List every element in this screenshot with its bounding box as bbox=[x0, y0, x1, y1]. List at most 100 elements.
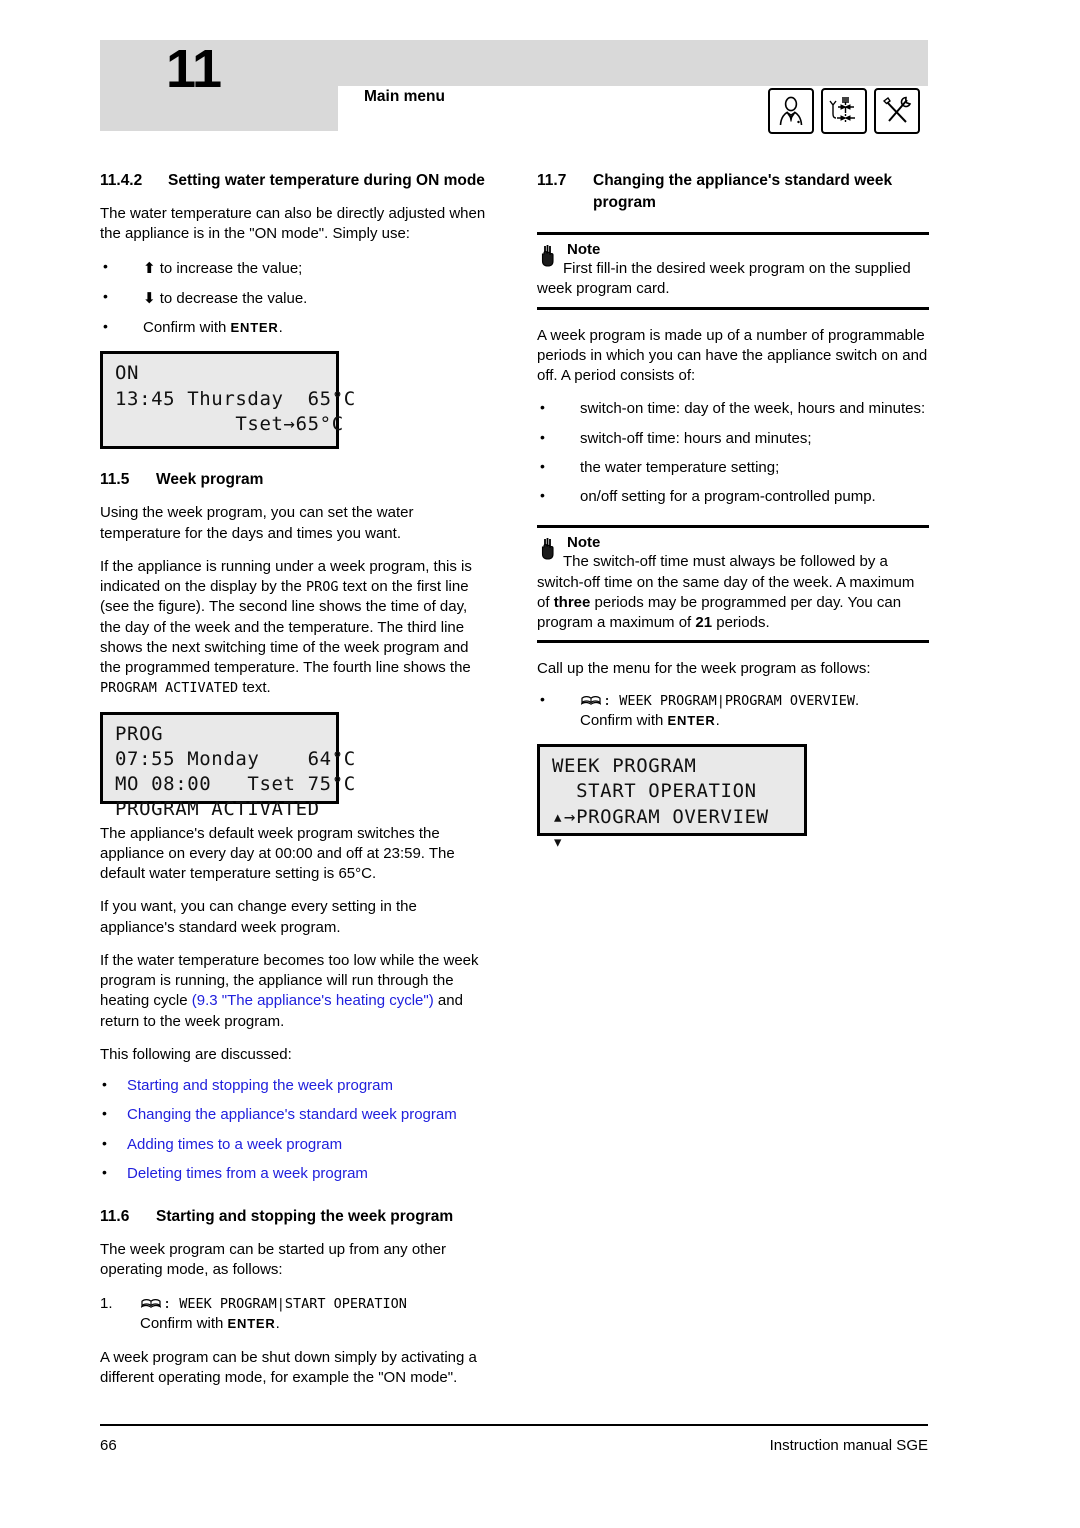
heading-number: 11.4.2 bbox=[100, 172, 143, 189]
list-item: switch-on time: day of the week, hours a… bbox=[537, 398, 929, 419]
menu-path-bullet-list: : WEEK PROGRAM|PROGRAM OVERVIEW. Confirm… bbox=[537, 690, 929, 732]
paragraph-shut-down: A week program can be shut down simply b… bbox=[100, 1348, 477, 1387]
tools-crossed-icon bbox=[874, 88, 920, 134]
note-box-second: Note The switch-off time must always be … bbox=[537, 525, 929, 644]
note-label: Note bbox=[567, 534, 601, 552]
heading-number: 11.5 bbox=[100, 471, 130, 489]
right-column: 11.7 Changing the appliance's standard w… bbox=[537, 170, 929, 856]
lcd-line-1: WEEK PROGRAM bbox=[552, 755, 697, 777]
cross-reference-link-list: Starting and stopping the week program C… bbox=[100, 1075, 490, 1184]
heading-text: Starting and stopping the week program bbox=[156, 1208, 454, 1225]
footer-divider bbox=[100, 1424, 928, 1426]
list-item-label: to increase the value; bbox=[159, 259, 303, 277]
book-menu-icon bbox=[580, 692, 602, 705]
confirm-text-before: Confirm with bbox=[140, 1315, 228, 1333]
page-title: Main menu bbox=[364, 88, 445, 105]
paragraph-default-program: The appliance's default week program swi… bbox=[100, 824, 455, 883]
confirm-text-before: Confirm with bbox=[143, 319, 231, 336]
heading-number: 11.7 bbox=[537, 172, 567, 189]
paragraph-heating-cycle: If the water temperature becomes too low… bbox=[100, 951, 490, 1032]
header-gray-bar bbox=[100, 40, 928, 86]
list-item-label: the water temperature setting; bbox=[580, 458, 780, 476]
list-item: 1. : WEEK PROGRAM|START OPERATION Confir… bbox=[100, 1294, 490, 1335]
mono-program-activated: PROGRAM ACTIVATED bbox=[100, 680, 239, 697]
paragraph-week-program-periods: A week program is made up of a number of… bbox=[537, 326, 928, 385]
list-item: Adding times to a week program bbox=[100, 1133, 490, 1155]
pointing-hand-icon bbox=[539, 537, 561, 561]
lcd-line-4: ▾ bbox=[552, 830, 565, 853]
list-item-label: on/off setting for a program-controlled … bbox=[580, 488, 876, 505]
link-deleting-times[interactable]: Deleting times from a week program bbox=[127, 1165, 368, 1182]
link-heating-cycle[interactable]: (9.3 "The appliance's heating cycle") bbox=[192, 992, 434, 1009]
paragraph-change-settings: If you want, you can change every settin… bbox=[100, 898, 417, 936]
list-item: ⬇ to decrease the value. bbox=[100, 287, 490, 309]
lcd-display-prog: PROG 07:55 Monday 64°C MO 08:00 Tset 75°… bbox=[100, 711, 355, 820]
list-item: switch-off time: hours and minutes; bbox=[537, 427, 929, 449]
header-icon-group bbox=[768, 88, 920, 134]
list-item-label: switch-on time: day of the week, hours a… bbox=[580, 400, 926, 418]
text-part-c: text. bbox=[238, 679, 271, 697]
link-changing-standard[interactable]: Changing the appliance's standard week p… bbox=[127, 1106, 457, 1123]
mono-prog: PROG bbox=[305, 579, 339, 595]
list-item-label: switch-off time: hours and minutes; bbox=[580, 429, 812, 447]
book-menu-icon bbox=[140, 1295, 162, 1308]
lcd-line-3: MO 08:00 Tset 75°C bbox=[115, 773, 356, 796]
on-mode-bullet-list: ⬆ to increase the value; ⬇ to decrease t… bbox=[100, 256, 490, 339]
confirm-text-after: . bbox=[275, 1315, 280, 1333]
paragraph-on-mode-intro: The water temperature can also be direct… bbox=[100, 205, 486, 243]
lcd-line-1: PROG bbox=[115, 722, 164, 745]
list-item: on/off setting for a program-controlled … bbox=[537, 486, 929, 507]
lcd-line-4: PROGRAM ACTIVATED bbox=[115, 798, 320, 821]
heading-text: Changing the appliance's standard week p… bbox=[593, 172, 893, 211]
link-adding-times[interactable]: Adding times to a week program bbox=[127, 1136, 342, 1153]
start-program-steps: 1. : WEEK PROGRAM|START OPERATION Confir… bbox=[100, 1294, 490, 1335]
menu-path-mono: : WEEK PROGRAM|START OPERATION bbox=[163, 1295, 407, 1312]
arrow-up-icon: ⬆ bbox=[143, 258, 156, 277]
paragraph-prog-display: If the appliance is running under a week… bbox=[100, 557, 490, 699]
enter-key-label: ENTER bbox=[227, 1316, 276, 1332]
heading-11-5: 11.5 Week program bbox=[100, 469, 490, 491]
list-item: Confirm with ENTER. bbox=[100, 317, 490, 338]
enter-key-label: ENTER bbox=[667, 712, 716, 728]
note-bold-three: three bbox=[553, 593, 591, 611]
valve-piping-icon bbox=[821, 88, 867, 134]
paragraph-week-program-intro: Using the week program, you can set the … bbox=[100, 504, 414, 542]
period-components-list: switch-on time: day of the week, hours a… bbox=[537, 398, 929, 507]
arrow-down-icon: ⬇ bbox=[143, 288, 156, 307]
heading-text: Week program bbox=[156, 471, 264, 489]
link-starting-stopping[interactable]: Starting and stopping the week program bbox=[127, 1077, 393, 1094]
lcd-display-week-program-menu: WEEK PROGRAM START OPERATION ▴→PROGRAM O… bbox=[537, 744, 807, 853]
lcd-line-1: ON bbox=[115, 362, 140, 385]
lcd-line-2: 07:55 Monday 64°C bbox=[115, 747, 356, 770]
list-item-label: to decrease the value. bbox=[159, 289, 308, 307]
list-item: ⬆ to increase the value; bbox=[100, 256, 490, 279]
confirm-text-after: . bbox=[278, 319, 283, 336]
menu-path-period: . bbox=[854, 691, 860, 709]
document-page: 11 Main menu 11.4.2 Setting water temper… bbox=[0, 0, 1080, 1528]
confirm-text-before: Confirm with bbox=[580, 711, 668, 729]
chapter-number: 11 bbox=[166, 39, 222, 99]
pointing-hand-icon bbox=[539, 244, 561, 268]
heading-11-6: 11.6 Starting and stopping the week prog… bbox=[100, 1206, 490, 1228]
paragraph-start-week-program: The week program can be started up from … bbox=[100, 1241, 447, 1279]
note-text: The switch-off time must always be follo… bbox=[537, 552, 929, 633]
lcd-line-3: ▴→PROGRAM OVERVIEW bbox=[552, 805, 769, 828]
lcd-line-3: Tset→65°C bbox=[115, 412, 344, 435]
footer-page-number: 66 bbox=[100, 1437, 117, 1454]
paragraph-call-up-menu: Call up the menu for the week program as… bbox=[537, 660, 871, 678]
paragraph-discussed-intro: This following are discussed: bbox=[100, 1045, 292, 1063]
heading-11-7: 11.7 Changing the appliance's standard w… bbox=[537, 170, 929, 214]
user-person-icon bbox=[768, 88, 814, 134]
note-text: First fill-in the desired week program o… bbox=[537, 260, 911, 298]
note-bold-21: 21 bbox=[695, 614, 713, 631]
note-label: Note bbox=[567, 241, 601, 258]
enter-key-label: ENTER bbox=[230, 320, 279, 335]
heading-text: Setting water temperature during ON mode bbox=[168, 172, 485, 189]
note-box-first: Note First fill-in the desired week prog… bbox=[537, 232, 929, 310]
note-text-c: periods. bbox=[712, 614, 770, 631]
left-column: 11.4.2 Setting water temperature during … bbox=[100, 170, 490, 1401]
list-item: Deleting times from a week program bbox=[100, 1163, 490, 1184]
list-item: Changing the appliance's standard week p… bbox=[100, 1104, 490, 1125]
list-item: the water temperature setting; bbox=[537, 457, 929, 478]
list-item: : WEEK PROGRAM|PROGRAM OVERVIEW. Confirm… bbox=[537, 690, 929, 732]
